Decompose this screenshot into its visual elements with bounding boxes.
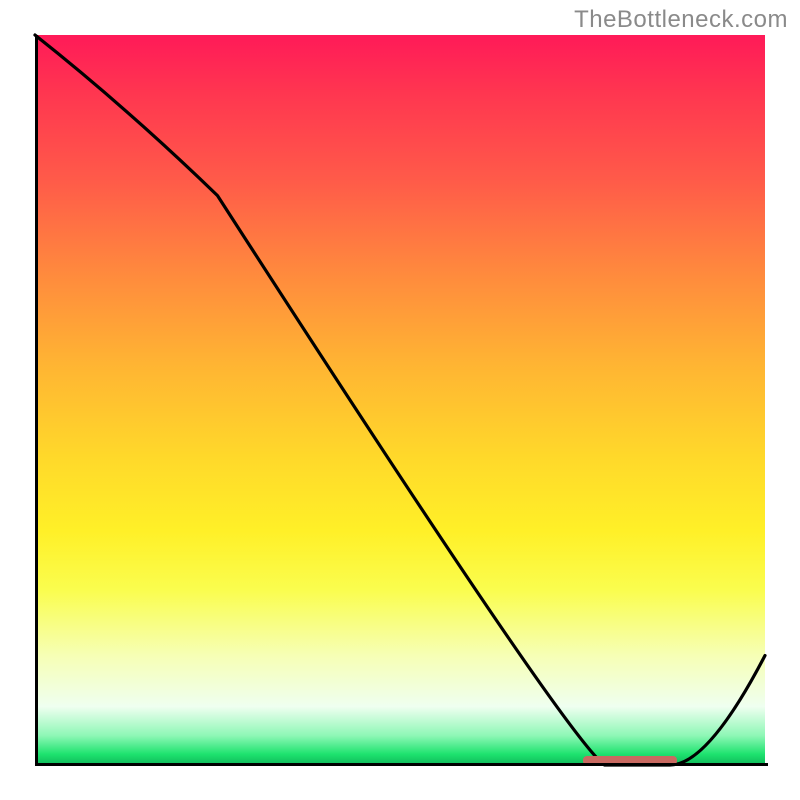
y-axis: [35, 35, 38, 765]
x-axis: [35, 763, 768, 766]
watermark-text: TheBottleneck.com: [574, 6, 788, 34]
curve-line: [35, 35, 765, 765]
chart-container: TheBottleneck.com: [0, 0, 800, 800]
bottleneck-curve: [35, 35, 765, 765]
